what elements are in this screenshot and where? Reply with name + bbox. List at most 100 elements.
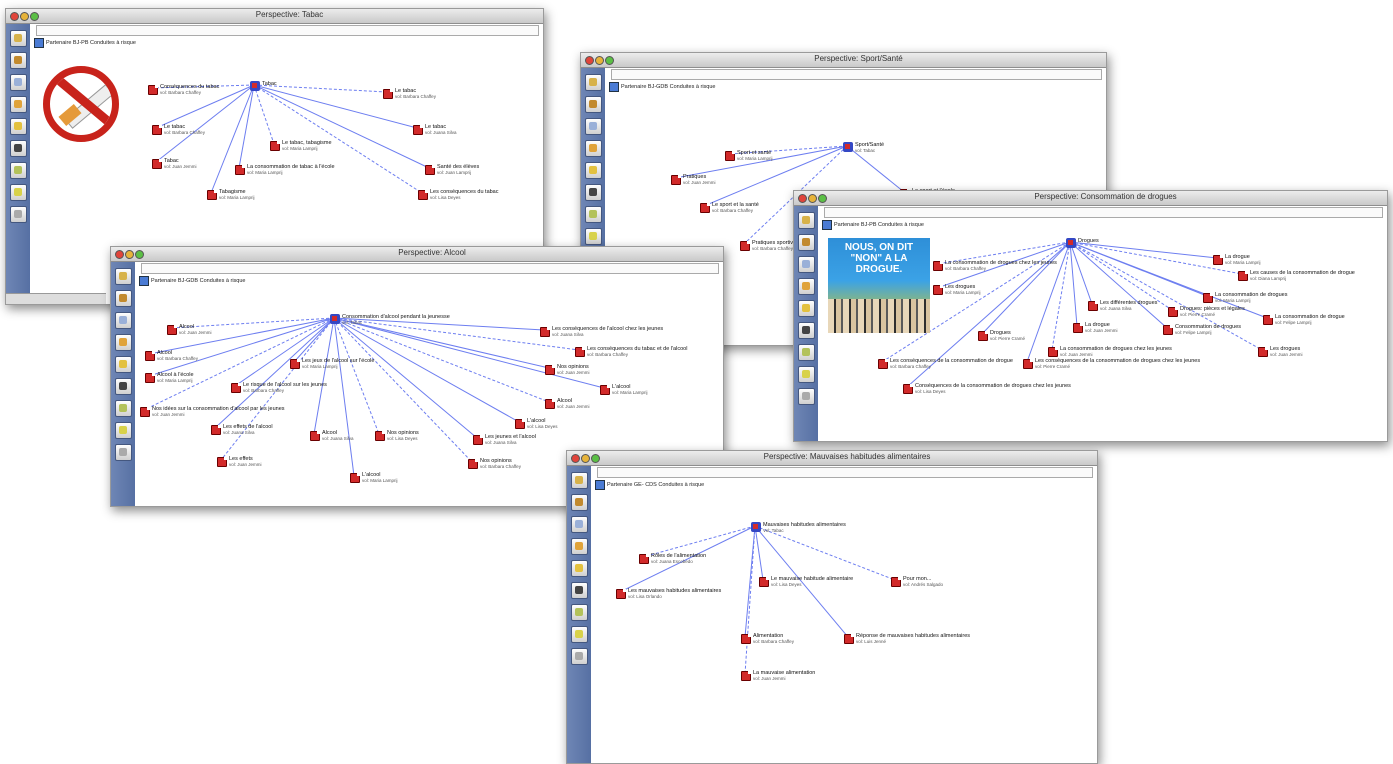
tool-button[interactable] — [115, 400, 132, 417]
close-window-button[interactable] — [798, 194, 807, 203]
hub-node[interactable]: Mauvaises habitudes alimentaires Vol: Tab… — [751, 522, 846, 534]
tool-button[interactable] — [571, 604, 588, 621]
hub-node[interactable]: Consommation d'alcool pendant la jeuness… — [330, 314, 450, 326]
path-field[interactable] — [141, 263, 719, 274]
tool-button[interactable] — [10, 140, 27, 157]
map-node[interactable]: Nos opinions vol: Juan Jemmi — [545, 364, 590, 376]
tool-button[interactable] — [585, 118, 602, 135]
map-node[interactable]: La drogue vol: Juan Jemmi — [1073, 322, 1118, 334]
map-node[interactable]: La consommation de drogues chez les jeun… — [933, 260, 1057, 272]
map-node[interactable]: Consommation de drogues vol: Felipe Lampr… — [1163, 324, 1241, 336]
map-node[interactable]: Les conséquences de l'alcool chez les je… — [540, 326, 663, 338]
map-node[interactable]: Pratiques vol: Juan Jemmi — [671, 174, 716, 186]
map-node[interactable]: Alcool vol: Juan Jemmi — [167, 324, 212, 336]
tool-button[interactable] — [115, 268, 132, 285]
tool-button[interactable] — [115, 334, 132, 351]
map-node[interactable]: Les différentes drogues vol: Juana Silva — [1088, 300, 1157, 312]
map-node[interactable]: Nos opinions vol: Barbara Chaffey — [468, 458, 521, 470]
minimize-window-button[interactable] — [595, 56, 604, 65]
map-node[interactable]: Les drogues vol: Maria Lamprij — [933, 284, 981, 296]
minimize-window-button[interactable] — [581, 454, 590, 463]
map-canvas[interactable]: Partenaire BJ-PB Conduites à risque NOUS,… — [818, 218, 1387, 441]
tool-button[interactable] — [585, 162, 602, 179]
tool-button[interactable] — [571, 494, 588, 511]
map-node[interactable]: Drogues: pièces et légales vol: Pierre Cr… — [1168, 306, 1245, 318]
tool-button[interactable] — [571, 538, 588, 555]
tool-button[interactable] — [571, 648, 588, 665]
map-node[interactable]: Tabagisme vol: Maria Lamprij — [207, 189, 255, 201]
map-node[interactable]: Les causes de la consommation de drogue v… — [1238, 270, 1355, 282]
close-window-button[interactable] — [10, 12, 19, 21]
map-node[interactable]: Les drogues vol: Juan Jemmi — [1258, 346, 1303, 358]
path-field[interactable] — [824, 207, 1383, 218]
tool-button[interactable] — [571, 516, 588, 533]
tool-button[interactable] — [571, 560, 588, 577]
map-node[interactable]: La consommation de drogues vol: Maria Lam… — [1203, 292, 1287, 304]
tool-button[interactable] — [585, 140, 602, 157]
zoom-window-button[interactable] — [605, 56, 614, 65]
map-node[interactable]: Nos opinions vol: Lisa Deyes — [375, 430, 419, 442]
tool-button[interactable] — [571, 626, 588, 643]
map-node[interactable]: Rôles de l'alimentation vol: Juana Escobe… — [639, 553, 706, 565]
tool-button[interactable] — [798, 322, 815, 339]
map-node[interactable]: Drogues vol: Pierre Cramé — [978, 330, 1025, 342]
map-node[interactable]: Les conséquences du tabac et de l'alcool… — [575, 346, 687, 358]
zoom-window-button[interactable] — [591, 454, 600, 463]
minimize-window-button[interactable] — [20, 12, 29, 21]
tool-button[interactable] — [10, 184, 27, 201]
zoom-window-button[interactable] — [818, 194, 827, 203]
map-node[interactable]: Les mauvaises habitudes alimentaires vol:… — [616, 588, 721, 600]
tool-button[interactable] — [10, 30, 27, 47]
tool-button[interactable] — [798, 212, 815, 229]
map-node[interactable]: La consommation de drogue vol: Felipe Lam… — [1263, 314, 1345, 326]
map-node[interactable]: Le tabac vol: Barbara Chaffey — [383, 88, 436, 100]
map-node[interactable]: Pratiques sportives vol: Barbara Chaffey — [740, 240, 799, 252]
map-node[interactable]: Sport et santé vol: Maria Lamprij — [725, 150, 773, 162]
map-node[interactable]: Le tabac vol: Juana Silva — [413, 124, 457, 136]
tool-button[interactable] — [10, 96, 27, 113]
map-node[interactable]: Santé des élèves vol: Juan Lamprij — [425, 164, 479, 176]
tool-button[interactable] — [585, 206, 602, 223]
tool-button[interactable] — [571, 472, 588, 489]
tool-button[interactable] — [10, 74, 27, 91]
map-node[interactable]: Les jeux de l'alcool sur l'école vol: Mar… — [290, 358, 374, 370]
map-node[interactable]: Les effets vol: Juan Jemmi — [217, 456, 262, 468]
map-node[interactable]: Le sport et la santé vol: Barbara Chaffey — [700, 202, 759, 214]
map-node[interactable]: Pour mon... vol: Andrés Salgado — [891, 576, 943, 588]
map-node[interactable]: Les conséquences de la consommation de d… — [1023, 358, 1200, 370]
map-node[interactable]: Alcool vol: Juana Silva — [310, 430, 354, 442]
perspective-label[interactable]: Partenaire BJ-PB Conduites à risque — [34, 38, 136, 48]
tool-button[interactable] — [571, 582, 588, 599]
title-bar[interactable]: Perspective: Alcool — [111, 247, 723, 262]
map-node[interactable]: Conséquences de la consommation de drogu… — [903, 383, 1071, 395]
map-node[interactable]: Les conséquences du tabac vol: Lisa Deyes — [418, 189, 499, 201]
map-node[interactable]: Alcool vol: Barbara Chaffey — [145, 350, 198, 362]
hub-node[interactable]: Tabac — [250, 81, 277, 91]
map-node[interactable]: Les conséquences de la consommation de d… — [878, 358, 1013, 370]
map-node[interactable]: L'alcool vol: Lisa Deyes — [515, 418, 558, 430]
map-node[interactable]: Le risque de l'alcool sur les jeunes vol:… — [231, 382, 327, 394]
map-node[interactable]: Tabac vol: Juan Jemmi — [152, 158, 197, 170]
tool-button[interactable] — [798, 344, 815, 361]
hub-node[interactable]: Sport/Santé vol: Tabac — [843, 142, 884, 154]
path-field[interactable] — [597, 467, 1093, 478]
map-node[interactable]: L'alcool vol: Maria Lamprij — [600, 384, 648, 396]
tool-button[interactable] — [798, 278, 815, 295]
zoom-window-button[interactable] — [135, 250, 144, 259]
perspective-label[interactable]: Partenaire BJ-PB Conduites à risque — [822, 220, 924, 230]
tool-button[interactable] — [585, 74, 602, 91]
tool-button[interactable] — [798, 234, 815, 251]
tool-button[interactable] — [798, 388, 815, 405]
tool-button[interactable] — [115, 444, 132, 461]
title-bar[interactable]: Perspective: Sport/Santé — [581, 53, 1106, 68]
map-node[interactable]: Le tabac, tabagisme vol: Maria Lamprij — [270, 140, 332, 152]
tool-button[interactable] — [585, 96, 602, 113]
minimize-window-button[interactable] — [125, 250, 134, 259]
tool-button[interactable] — [115, 378, 132, 395]
minimize-window-button[interactable] — [808, 194, 817, 203]
title-bar[interactable]: Perspective: Consommation de drogues — [794, 191, 1387, 206]
tool-button[interactable] — [115, 422, 132, 439]
map-node[interactable]: Alcool vol: Juan Jemmi — [545, 398, 590, 410]
map-node[interactable]: La consommation de drogues chez les jeun… — [1048, 346, 1172, 358]
perspective-label[interactable]: Partenaire BJ-GDB Conduites à risque — [609, 82, 715, 92]
